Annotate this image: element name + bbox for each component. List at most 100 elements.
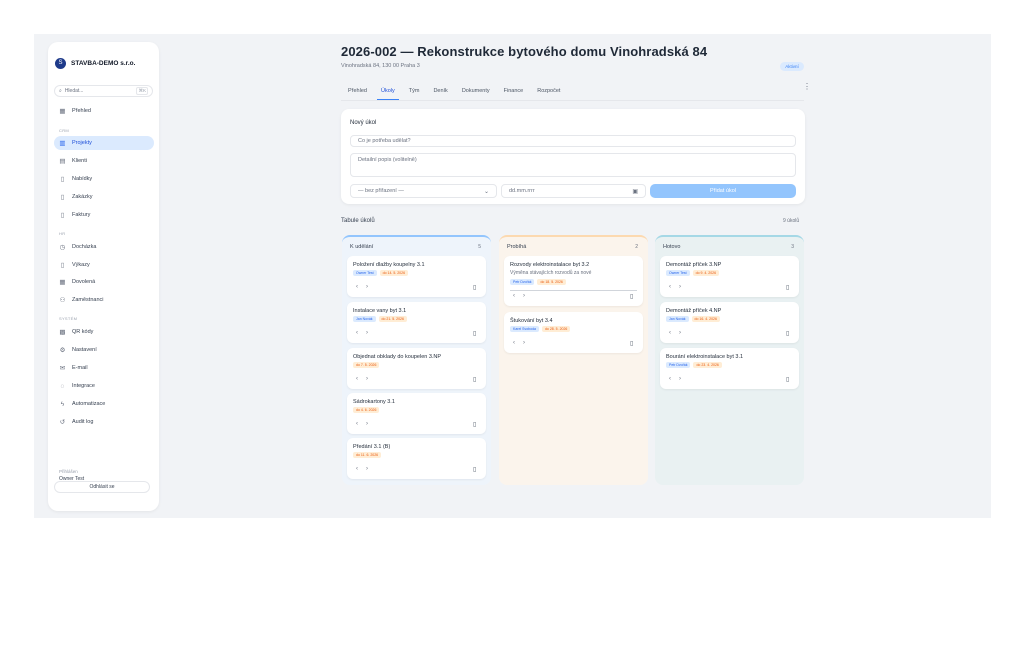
sidebar-item-zakazky[interactable]: ▯ Zakázky (54, 190, 154, 204)
move-right-icon[interactable]: › (366, 330, 368, 336)
more-options-icon[interactable]: ⋮ (803, 83, 811, 91)
people-icon: ⚇ (59, 296, 66, 304)
task-card[interactable]: Instalace vany byt 3.1 Jan Novák do 21. … (347, 302, 486, 343)
move-left-icon[interactable]: ‹ (669, 284, 671, 290)
task-description-input[interactable]: Detailní popis (volitelně) (350, 153, 796, 177)
trash-icon[interactable]: ▯ (630, 340, 635, 347)
move-right-icon[interactable]: › (366, 466, 368, 472)
task-card[interactable]: Demontáž příček 3.NP Owner Test do 9. 4.… (660, 256, 799, 297)
task-card[interactable]: Bourání elektroinstalace byt 3.1 Petr Dv… (660, 348, 799, 389)
move-right-icon[interactable]: › (366, 376, 368, 382)
trash-icon[interactable]: ▯ (630, 293, 635, 300)
assignee-tag: Jan Novák (353, 316, 376, 322)
tabs-divider (341, 100, 804, 101)
column-title: Probíhá (507, 244, 527, 250)
trash-icon[interactable]: ▯ (473, 284, 478, 291)
trash-icon[interactable]: ▯ (786, 376, 791, 383)
sidebar-item-nabidky[interactable]: ▯ Nabídky (54, 172, 154, 186)
building-icon: ▥ (59, 139, 66, 147)
due-date-tag: do 18. 5. 2026 (537, 279, 566, 285)
card-move-controls: ‹ › (356, 284, 368, 290)
move-left-icon[interactable]: ‹ (356, 376, 358, 382)
trash-icon[interactable]: ▯ (786, 284, 791, 291)
task-title: Předání 3.1 (B) (353, 444, 391, 450)
brand[interactable]: S STAVBA-DEMO s.r.o. (55, 58, 135, 69)
tab-ukoly[interactable]: Úkoly (374, 84, 402, 100)
calendar-icon[interactable]: ▣ (632, 188, 638, 195)
move-left-icon[interactable]: ‹ (356, 330, 358, 336)
tab-denik[interactable]: Deník (426, 84, 454, 100)
column-done: Hotovo 3 Demontáž příček 3.NP Owner Test… (655, 235, 804, 485)
move-left-icon[interactable]: ‹ (356, 284, 358, 290)
sidebar-item-audit-log[interactable]: ↺ Audit log (54, 415, 154, 429)
sidebar-item-zamestnanci[interactable]: ⚇ Zaměstnanci (54, 293, 154, 307)
move-left-icon[interactable]: ‹ (356, 466, 358, 472)
card-move-controls: ‹ › (356, 330, 368, 336)
sidebar-item-vykazy[interactable]: ▯ Výkazy (54, 258, 154, 272)
move-left-icon[interactable]: ‹ (669, 330, 671, 336)
sidebar-item-email[interactable]: ✉ E-mail (54, 361, 154, 375)
sidebar-item-projekty[interactable]: ▥ Projekty (54, 136, 154, 150)
column-count: 3 (791, 244, 794, 250)
move-left-icon[interactable]: ‹ (669, 376, 671, 382)
task-title: Bourání elektroinstalace byt 3.1 (666, 354, 744, 360)
task-tags: Petr Dvořák do 18. 5. 2026 (510, 279, 566, 285)
sidebar-item-klienti[interactable]: ▤ Klienti (54, 154, 154, 168)
search-input[interactable]: ⌕ Hledat... ⌘K (54, 85, 153, 97)
sidebar-item-label: Automatizace (72, 401, 106, 407)
trash-icon[interactable]: ▯ (473, 330, 478, 337)
logout-button[interactable]: Odhlásit se (54, 481, 150, 493)
sidebar-item-automatizace[interactable]: ϟ Automatizace (54, 397, 154, 411)
move-right-icon[interactable]: › (679, 376, 681, 382)
task-card[interactable]: Sádrokartony 3.1 do 4. 6. 2026 ‹ › ▯ (347, 393, 486, 434)
sidebar-item-faktury[interactable]: ▯ Faktury (54, 208, 154, 222)
task-card[interactable]: Rozvody elektroinstalace byt 3.2 Výměna … (504, 256, 643, 306)
move-right-icon[interactable]: › (679, 330, 681, 336)
move-left-icon[interactable]: ‹ (356, 421, 358, 427)
task-card[interactable]: Demontáž příček 4.NP Jan Novák do 16. 4.… (660, 302, 799, 343)
assignee-select[interactable]: — bez přiřazení — ⌄ (350, 184, 497, 198)
assignee-tag: Petr Dvořák (666, 362, 691, 368)
move-left-icon[interactable]: ‹ (513, 293, 515, 299)
trash-icon[interactable]: ▯ (473, 376, 478, 383)
task-card[interactable]: Štukování byt 3.4 Karel Svoboda do 28. 5… (504, 312, 643, 353)
sidebar-item-dovolena[interactable]: ▦ Dovolená (54, 275, 154, 289)
board-count: 9 úkolů (783, 218, 800, 224)
status-badge: Aktivní (780, 62, 804, 71)
move-right-icon[interactable]: › (523, 293, 525, 299)
task-title-input[interactable]: Co je potřeba udělat? (350, 135, 796, 147)
sidebar-item-label: Audit log (72, 419, 94, 425)
sidebar-item-qr-kody[interactable]: ▩ QR kódy (54, 325, 154, 339)
tab-rozpocet[interactable]: Rozpočet (530, 84, 567, 100)
due-date-input[interactable]: dd.mm.rrrr ▣ (501, 184, 646, 198)
plug-icon: ◌ (60, 382, 65, 390)
task-title: Rozvody elektroinstalace byt 3.2 (510, 262, 590, 268)
tab-dokumenty[interactable]: Dokumenty (455, 84, 497, 100)
task-card[interactable]: Objednat obklady do koupelen 3.NP do 7. … (347, 348, 486, 389)
sidebar-item-integrace[interactable]: ◌ Integrace (54, 379, 154, 393)
sidebar-item-prehled[interactable]: ▦ Přehled (54, 104, 154, 118)
sidebar-item-nastaveni[interactable]: ⚙ Nastavení (54, 343, 154, 357)
column-title: K udělání (350, 244, 374, 250)
sidebar-item-label: Přehled (72, 108, 91, 114)
tab-prehled[interactable]: Přehled (341, 84, 374, 100)
trash-icon[interactable]: ▯ (473, 466, 478, 473)
task-card[interactable]: Předání 3.1 (B) do 11. 6. 2026 ‹ › ▯ (347, 438, 486, 479)
trash-icon[interactable]: ▯ (473, 421, 478, 428)
task-card[interactable]: Položení dlažby koupelny 3.1 Owner Test … (347, 256, 486, 297)
task-title: Objednat obklady do koupelen 3.NP (353, 354, 442, 360)
card-move-controls: ‹ › (669, 284, 681, 290)
sidebar-item-dochazka[interactable]: ◷ Docházka (54, 240, 154, 254)
dashboard-icon: ▦ (59, 107, 66, 115)
move-right-icon[interactable]: › (366, 421, 368, 427)
tab-finance[interactable]: Finance (497, 84, 531, 100)
due-date-tag: do 9. 4. 2026 (692, 270, 720, 276)
trash-icon[interactable]: ▯ (786, 330, 791, 337)
gear-icon: ⚙ (59, 346, 66, 354)
move-right-icon[interactable]: › (366, 284, 368, 290)
tab-tym[interactable]: Tým (402, 84, 427, 100)
add-task-button[interactable]: Přidat úkol (650, 184, 796, 198)
move-right-icon[interactable]: › (523, 340, 525, 346)
move-left-icon[interactable]: ‹ (513, 340, 515, 346)
move-right-icon[interactable]: › (679, 284, 681, 290)
